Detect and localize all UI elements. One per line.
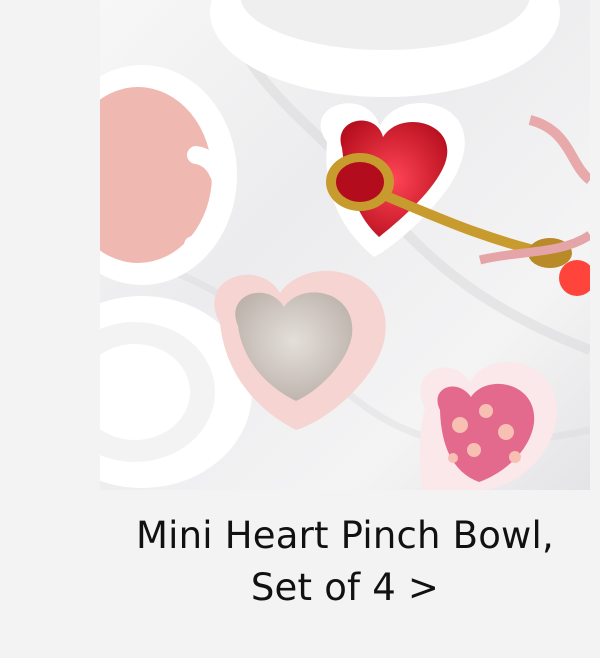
product-title-line-2: Set of 4 > xyxy=(250,566,440,609)
product-image-illustration xyxy=(100,0,590,490)
product-card: Mini Heart Pinch Bowl, Set of 4 > xyxy=(0,0,600,658)
product-image[interactable] xyxy=(100,0,590,490)
product-title[interactable]: Mini Heart Pinch Bowl, Set of 4 > xyxy=(100,510,590,614)
product-title-line-1: Mini Heart Pinch Bowl, xyxy=(136,514,554,557)
